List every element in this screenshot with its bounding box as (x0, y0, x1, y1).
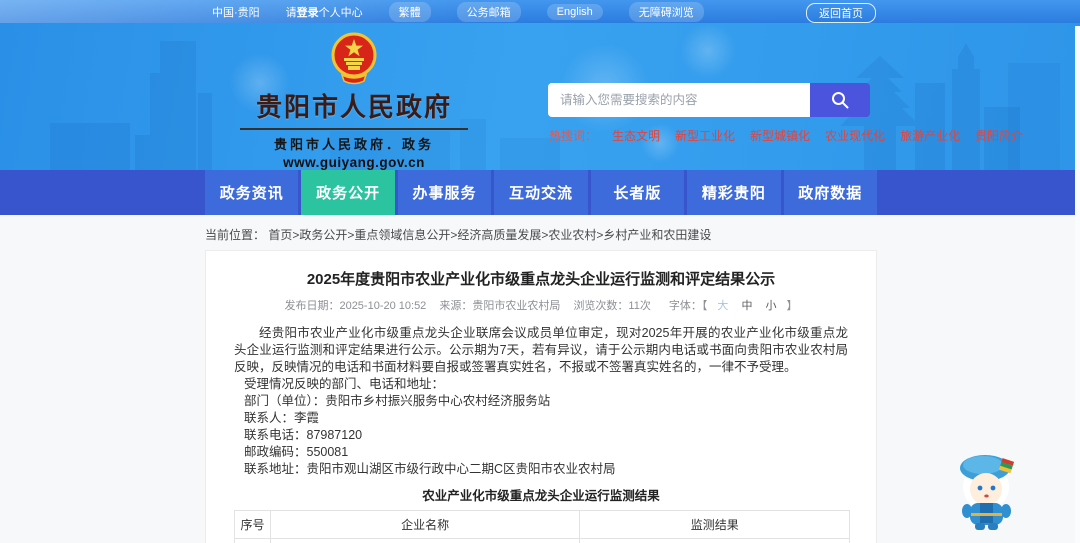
accessibility-link[interactable]: 无障碍浏览 (628, 1, 704, 22)
cell-company: 贵州合力超市采购有限公司 (269, 538, 581, 543)
site-url: www.guiyang.gov.cn (283, 155, 425, 170)
login-link[interactable]: 请登录个人中心 (286, 4, 363, 20)
cell-result: 合格 (579, 538, 850, 543)
table-caption: 农业产业化市级重点龙头企业运行监测结果 (422, 489, 660, 503)
search-input[interactable] (548, 83, 810, 117)
table-row: 1 贵州合力超市采购有限公司 合格 (234, 538, 850, 543)
breadcrumb: 当前位置： 首页>政务公开>重点领域信息公开>经济高质量发展>农业农村>乡村产业… (205, 226, 711, 243)
hot-search-label: 热搜词： (549, 129, 598, 143)
article-card: 2025年度贵阳市农业产业化市级重点龙头企业运行监测和评定结果公示 发布日期：2… (205, 250, 877, 543)
font-size-large[interactable]: 大 (717, 300, 728, 312)
font-size-control: 字体：【大 中 小】 (668, 300, 798, 312)
nav-item-jingcai-guiyang[interactable]: 精彩贵阳 (687, 170, 781, 215)
nav-item-zhengwu-gongkai[interactable]: 政务公开 (301, 170, 395, 215)
table-header-row: 序号 企业名称 监测结果 (234, 510, 850, 539)
publish-date: 发布日期：2025-10-20 10:52 (284, 300, 427, 312)
hot-search-words: 热搜词： 生态文明 新型工业化 新型城镇化 农业现代化 旅游产业化 贵阳简介 (549, 127, 1023, 144)
site-logo[interactable]: 贵阳市人民政府 贵阳市人民政府．政务 www.guiyang.gov.cn (238, 31, 470, 170)
city-skyline-decoration (50, 41, 1060, 170)
article-title: 2025年度贵阳市农业产业化市级重点龙头企业运行监测和评定结果公示 (306, 271, 776, 288)
site-subtitle: 贵阳市人民政府．政务 (273, 137, 434, 152)
site-title: 贵阳市人民政府 (255, 93, 452, 123)
body-paragraph: 受理情况反映的部门、电话和地址： (244, 377, 445, 391)
body-paragraph: 经贵阳市农业产业化市级重点龙头企业联席会议成员单位审定，现对2025年开展的农业… (234, 326, 848, 374)
search-button[interactable] (810, 83, 870, 117)
nav-item-zhengfu-shuju[interactable]: 政府数据 (783, 170, 877, 215)
nav-item-zhengwu-zixun[interactable]: 政务资讯 (205, 170, 299, 215)
english-link[interactable]: English (546, 3, 603, 20)
nav-item-hudong-jiaoliu[interactable]: 互动交流 (494, 170, 588, 215)
body-paragraph: 部门（单位）：贵阳市乡村振兴服务中心农村经济服务站 (244, 394, 551, 408)
hot-word-link[interactable]: 新型工业化 (675, 127, 735, 144)
breadcrumb-path[interactable]: 首页>政务公开>重点领域信息公开>经济高质量发展>农业农村>乡村产业和农田建设 (268, 228, 711, 242)
body-paragraph: 邮政编码：550081 (244, 445, 349, 459)
search-box (548, 83, 870, 117)
article-meta: 发布日期：2025-10-20 10:52 来源：贵阳市农业农村局 浏览次数：1… (234, 297, 848, 313)
body-paragraph: 联系电话：87987120 (244, 428, 363, 442)
window-right-edge (1075, 26, 1080, 543)
site-banner: 贵阳市人民政府 贵阳市人民政府．政务 www.guiyang.gov.cn 热搜… (0, 23, 1080, 170)
hot-word-link[interactable]: 新型城镇化 (750, 127, 810, 144)
search-icon (832, 92, 849, 109)
article-source: 来源：贵阳市农业农村局 (439, 300, 561, 312)
national-emblem-icon (331, 32, 377, 85)
column-header-result: 监测结果 (579, 510, 850, 539)
body-paragraph: 联系人：李霞 (244, 411, 320, 425)
hot-word-link[interactable]: 农业现代化 (825, 127, 885, 144)
main-navigation: 政务资讯 政务公开 办事服务 互动交流 长者版 精彩贵阳 政府数据 (0, 170, 1080, 215)
region-label: 中国·贵阳 (212, 6, 260, 19)
page: 中国·贵阳 请登录个人中心 繁體 公务邮箱 English 无障碍浏览 返回首页 (0, 0, 1080, 543)
nav-item-zhangzhe-ban[interactable]: 长者版 (590, 170, 685, 215)
view-count: 浏览次数：11次 (573, 300, 651, 312)
breadcrumb-label: 当前位置： (205, 228, 266, 242)
logo-divider (240, 128, 468, 130)
mascot-character[interactable] (950, 447, 1022, 533)
hot-word-link[interactable]: 贵阳简介 (975, 127, 1023, 144)
hot-word-link[interactable]: 生态文明 (612, 127, 660, 144)
official-mail-link[interactable]: 公务邮箱 (456, 1, 521, 22)
traditional-chinese-link[interactable]: 繁體 (388, 1, 431, 22)
font-size-medium[interactable]: 中 (741, 300, 752, 312)
column-header-index: 序号 (234, 510, 271, 539)
column-header-company: 企业名称 (269, 510, 581, 539)
body-paragraph: 联系地址：贵阳市观山湖区市级行政中心二期C区贵阳市农业农村局 (244, 462, 616, 476)
font-size-small[interactable]: 小 (766, 300, 777, 312)
hot-word-link[interactable]: 旅游产业化 (900, 127, 960, 144)
article-body: 经贵阳市农业产业化市级重点龙头企业联席会议成员单位审定，现对2025年开展的农业… (234, 325, 848, 478)
top-utility-bar: 中国·贵阳 请登录个人中心 繁體 公务邮箱 English 无障碍浏览 返回首页 (0, 0, 1080, 23)
cell-index: 1 (234, 538, 271, 543)
monitoring-result-table: 序号 企业名称 监测结果 1 贵州合力超市采购有限公司 合格 2 贵州友禾种业有… (234, 510, 850, 543)
back-home-button[interactable]: 返回首页 (806, 3, 876, 23)
nav-item-banshi-fuwu[interactable]: 办事服务 (397, 170, 492, 215)
